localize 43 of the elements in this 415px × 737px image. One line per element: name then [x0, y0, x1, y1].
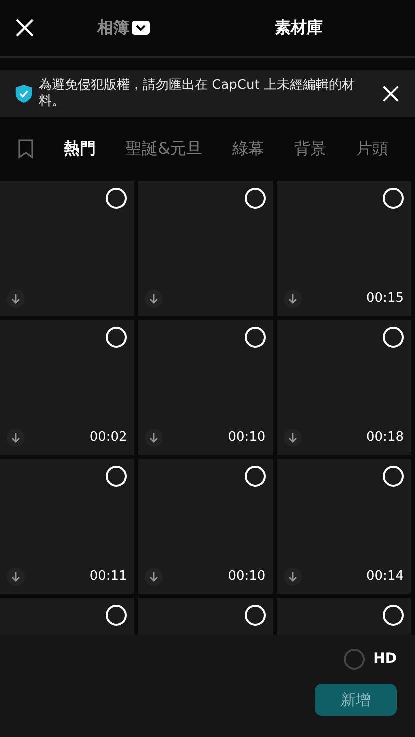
media-tile[interactable]: 00:14	[276, 459, 411, 594]
media-tile[interactable]	[276, 598, 411, 635]
bookmark-icon[interactable]	[18, 139, 34, 159]
download-icon[interactable]	[284, 429, 302, 447]
close-icon[interactable]	[15, 18, 35, 38]
download-icon[interactable]	[284, 290, 302, 308]
media-tile[interactable]	[0, 181, 134, 316]
media-tile[interactable]	[138, 598, 273, 635]
download-icon[interactable]	[7, 290, 25, 308]
media-tile[interactable]: 00:02	[0, 320, 134, 455]
hd-radio[interactable]	[344, 649, 365, 670]
media-tile[interactable]: 00:10	[138, 459, 273, 594]
category-tab[interactable]: 背景	[294, 137, 326, 161]
shield-icon	[15, 84, 33, 104]
duration-label: 00:14	[366, 568, 404, 586]
media-tile[interactable]	[0, 598, 134, 635]
category-tab[interactable]: 綠幕	[232, 137, 264, 161]
media-tile[interactable]: 00:10	[138, 320, 273, 455]
dropdown-icon[interactable]	[132, 21, 150, 35]
category-tab[interactable]: 熱門	[64, 137, 96, 161]
download-icon[interactable]	[7, 568, 25, 586]
duration-label: 00:11	[90, 568, 128, 586]
download-icon[interactable]	[7, 429, 25, 447]
header-tab[interactable]: 素材庫	[274, 16, 323, 40]
media-tile[interactable]: 00:15	[276, 181, 411, 316]
download-icon[interactable]	[145, 568, 164, 586]
download-icon[interactable]	[284, 568, 302, 586]
duration-label: 00:02	[90, 428, 128, 446]
notice-text: 為避免侵犯版權，請勿匯出在 CapCut 上未經編輯的材料。	[39, 78, 356, 110]
media-tile[interactable]: 00:11	[0, 459, 134, 594]
download-icon[interactable]	[145, 290, 164, 308]
media-tile[interactable]	[138, 181, 273, 316]
media-tile[interactable]: 00:18	[276, 320, 411, 455]
download-icon[interactable]	[145, 429, 164, 447]
hd-label: HD	[374, 650, 397, 669]
close-icon[interactable]	[382, 84, 400, 102]
category-tab[interactable]: 片頭	[356, 137, 388, 161]
category-tab[interactable]: 聖誕&元旦	[126, 137, 202, 161]
header-tab[interactable]: 相簿	[97, 16, 150, 40]
duration-label: 00:18	[366, 428, 404, 446]
duration-label: 00:10	[228, 568, 266, 586]
duration-label: 00:15	[366, 290, 404, 308]
duration-label: 00:10	[228, 428, 266, 446]
